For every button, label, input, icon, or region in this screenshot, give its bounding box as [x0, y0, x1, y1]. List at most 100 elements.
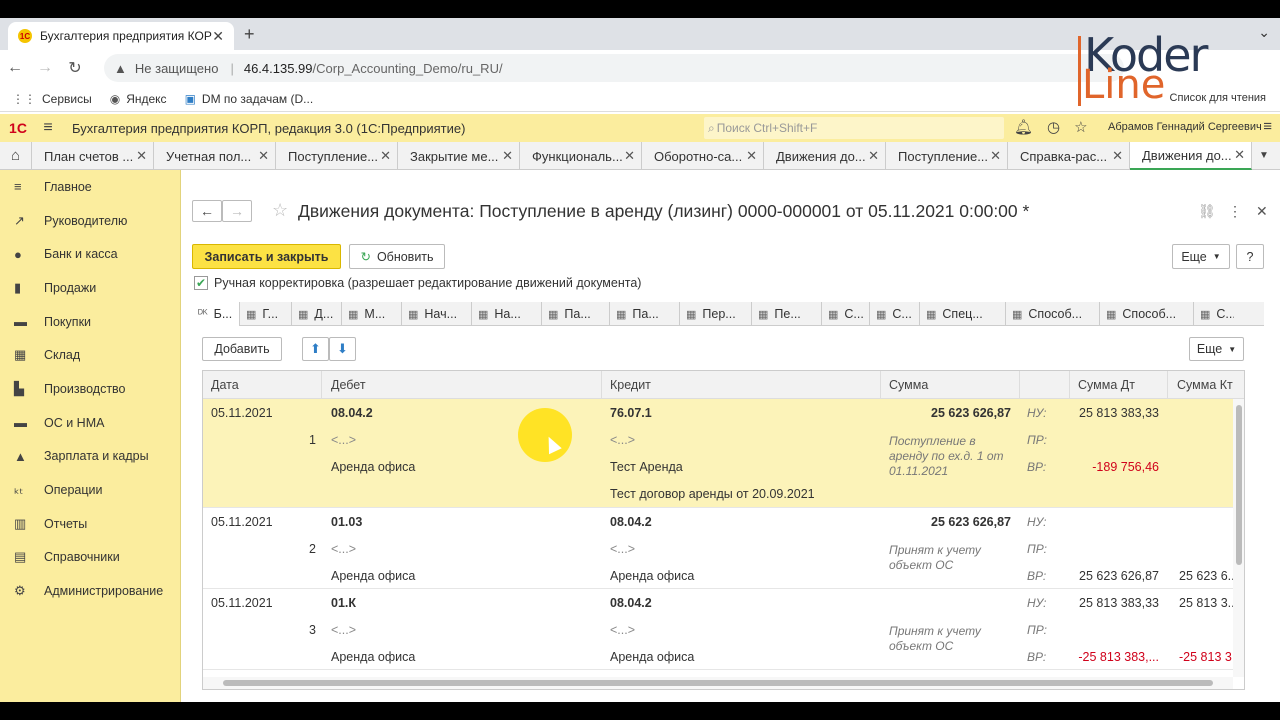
close-icon[interactable]: ✕ — [1112, 148, 1123, 164]
sidebar-item-payroll[interactable]: ▲ Зарплата и кадры — [0, 440, 180, 474]
close-icon[interactable]: ✕ — [868, 148, 879, 164]
tabs-dropdown-icon[interactable]: ▼ — [1252, 142, 1276, 169]
more-vertical-icon[interactable]: ⋮ — [1228, 203, 1242, 220]
reload-icon[interactable]: ↻ — [60, 58, 90, 78]
close-icon[interactable]: ✕ — [990, 148, 1001, 164]
scrollbar-thumb[interactable] — [1236, 405, 1242, 565]
open-tab[interactable]: Учетная пол... ✕ — [154, 142, 276, 170]
sidebar-item-sales[interactable]: ▮ Продажи — [0, 271, 180, 305]
sidebar-item-manager[interactable]: ↗ Руководителю — [0, 204, 180, 238]
open-tab[interactable]: Поступление... ✕ — [886, 142, 1008, 170]
sidebar-item-bank[interactable]: ● Банк и касса — [0, 237, 180, 271]
browser-tab[interactable]: 1С Бухгалтерия предприятия КОРП ✕ — [8, 22, 234, 50]
open-tab[interactable]: Закрытие ме... ✕ — [398, 142, 520, 170]
sidebar-item-admin[interactable]: ⚙ Администрирование — [0, 574, 180, 608]
refresh-button[interactable]: ↻ Обновить — [349, 244, 445, 269]
open-tab[interactable]: Движения до... ✕ — [764, 142, 886, 170]
table-row[interactable]: 05.11.2021 3 01.К <...> Аренда офиса 08.… — [203, 589, 1233, 670]
close-icon[interactable]: ✕ — [502, 148, 513, 164]
favorite-star-icon[interactable]: ☆ — [272, 200, 288, 221]
sidebar-item-purchases[interactable]: ▬ Покупки — [0, 305, 180, 339]
bookmark-dm[interactable]: ▣ DM по задачам (D... — [185, 92, 314, 106]
new-tab-icon[interactable]: + — [244, 24, 255, 45]
open-tab[interactable]: Оборотно-са... ✕ — [642, 142, 764, 170]
main-menu-icon[interactable]: ≡ — [1263, 118, 1272, 135]
move-down-button[interactable]: ⬇ — [329, 337, 356, 361]
close-icon[interactable]: ✕ — [624, 148, 635, 164]
more-button[interactable]: Еще ▼ — [1172, 244, 1230, 269]
sidebar-item-assets[interactable]: ▬ ОС и НМА — [0, 406, 180, 440]
sidebar-item-operations[interactable]: ₖₜ Операции — [0, 473, 180, 507]
register-tab[interactable]: ▦ Способ... — [1006, 302, 1100, 326]
register-tab[interactable]: ▦ Пе... — [752, 302, 822, 326]
close-icon[interactable]: ✕ — [1256, 203, 1268, 220]
close-icon[interactable]: ✕ — [258, 148, 269, 164]
close-icon[interactable]: ✕ — [380, 148, 391, 164]
chevron-down-icon[interactable]: ⌄ — [1258, 24, 1270, 41]
gear-icon: ⚙ — [14, 583, 26, 599]
sidebar-item-warehouse[interactable]: ▦ Склад — [0, 338, 180, 372]
table-row[interactable]: 05.11.2021 2 01.03 <...> Аренда офиса 08… — [203, 508, 1233, 589]
register-tab[interactable]: ▦ Способ... — [1100, 302, 1194, 326]
hamburger-menu-icon[interactable]: ≡ — [36, 119, 60, 137]
bookmark-yandex[interactable]: ◉ Яндекс — [110, 92, 167, 106]
sidebar-item-production[interactable]: ▙ Производство — [0, 372, 180, 406]
manual-correction-checkbox[interactable]: ✔ — [194, 276, 208, 290]
register-tab[interactable]: ▦ С... — [1194, 302, 1234, 326]
sidebar-item-reports[interactable]: ▥ Отчеты — [0, 507, 180, 541]
register-tab[interactable]: ▦ Нач... — [402, 302, 472, 326]
sidebar-item-main[interactable]: ≡ Главное — [0, 170, 180, 204]
link-icon[interactable]: ⛓ — [1198, 203, 1216, 220]
star-icon[interactable]: ☆ — [1074, 118, 1087, 136]
add-button[interactable]: Добавить — [202, 337, 282, 361]
bell-icon[interactable]: 🔔︎ — [1014, 118, 1033, 136]
register-tab[interactable]: ▦ Па... — [610, 302, 680, 326]
help-button[interactable]: ? — [1236, 244, 1264, 269]
forward-button[interactable]: → — [222, 200, 252, 222]
register-tab[interactable]: ▦ Спец... — [920, 302, 1006, 326]
column-header-sum-kt[interactable]: Сумма Кт — [1177, 378, 1233, 392]
table-more-button[interactable]: Еще ▼ — [1189, 337, 1244, 361]
register-tab[interactable]: ▦ С... — [870, 302, 920, 326]
register-tab[interactable]: ▦ Па... — [542, 302, 610, 326]
register-tab[interactable]: ▦ Г... — [240, 302, 292, 326]
register-tab[interactable]: ▦ Д... — [292, 302, 342, 326]
manual-correction-label[interactable]: Ручная корректировка (разрешает редактир… — [214, 276, 641, 290]
open-tab[interactable]: Поступление... ✕ — [276, 142, 398, 170]
close-icon[interactable]: ✕ — [746, 148, 757, 164]
column-header-debit[interactable]: Дебет — [331, 378, 366, 392]
user-name[interactable]: Абрамов Геннадий Сергеевич — [1108, 121, 1262, 133]
column-header-sum[interactable]: Сумма — [889, 378, 928, 392]
history-icon[interactable]: ◷ — [1047, 118, 1060, 136]
bookmark-services[interactable]: ⋮⋮ Сервисы — [12, 92, 92, 106]
register-tab[interactable]: ▦ М... — [342, 302, 402, 326]
close-icon[interactable]: ✕ — [136, 148, 147, 164]
close-tab-icon[interactable]: ✕ — [212, 28, 224, 45]
open-tab[interactable]: Функциональ... ✕ — [520, 142, 642, 170]
warning-icon[interactable]: ▲ — [114, 61, 127, 76]
global-search-input[interactable]: ⌕ Поиск Ctrl+Shift+F — [704, 117, 1004, 139]
register-tab[interactable]: ▦ На... — [472, 302, 542, 326]
url-field[interactable]: ▲ Не защищено | 46.4.135.99 /Corp_Accoun… — [104, 54, 1124, 82]
open-tab[interactable]: Справка-рас... ✕ — [1008, 142, 1130, 170]
register-tab[interactable]: ▦ Пер... — [680, 302, 752, 326]
vertical-scrollbar[interactable] — [1233, 399, 1244, 677]
horizontal-scrollbar[interactable] — [203, 677, 1233, 689]
move-up-button[interactable]: ⬆ — [302, 337, 329, 361]
column-header-credit[interactable]: Кредит — [610, 378, 651, 392]
save-and-close-button[interactable]: Записать и закрыть — [192, 244, 341, 269]
close-icon[interactable]: ✕ — [1234, 147, 1245, 163]
open-tab-active[interactable]: Движения до... ✕ — [1130, 142, 1252, 170]
back-arrow-icon[interactable]: ← — [0, 59, 30, 77]
forward-arrow-icon[interactable]: → — [30, 59, 60, 77]
column-header-sum-dt[interactable]: Сумма Дт — [1078, 378, 1135, 392]
column-header-date[interactable]: Дата — [211, 378, 239, 392]
register-tab-active[interactable]: ᴰᴷ Б... — [192, 302, 240, 326]
home-icon[interactable]: ⌂ — [0, 142, 32, 169]
scrollbar-thumb[interactable] — [223, 680, 1213, 686]
back-button[interactable]: ← — [192, 200, 222, 222]
open-tab[interactable]: План счетов ... ✕ — [32, 142, 154, 170]
sidebar-item-catalogs[interactable]: ▤ Справочники — [0, 541, 180, 575]
table-row[interactable]: 05.11.2021 1 08.04.2 <...> Аренда офиса … — [203, 399, 1233, 508]
register-tab[interactable]: ▦ С... — [822, 302, 870, 326]
